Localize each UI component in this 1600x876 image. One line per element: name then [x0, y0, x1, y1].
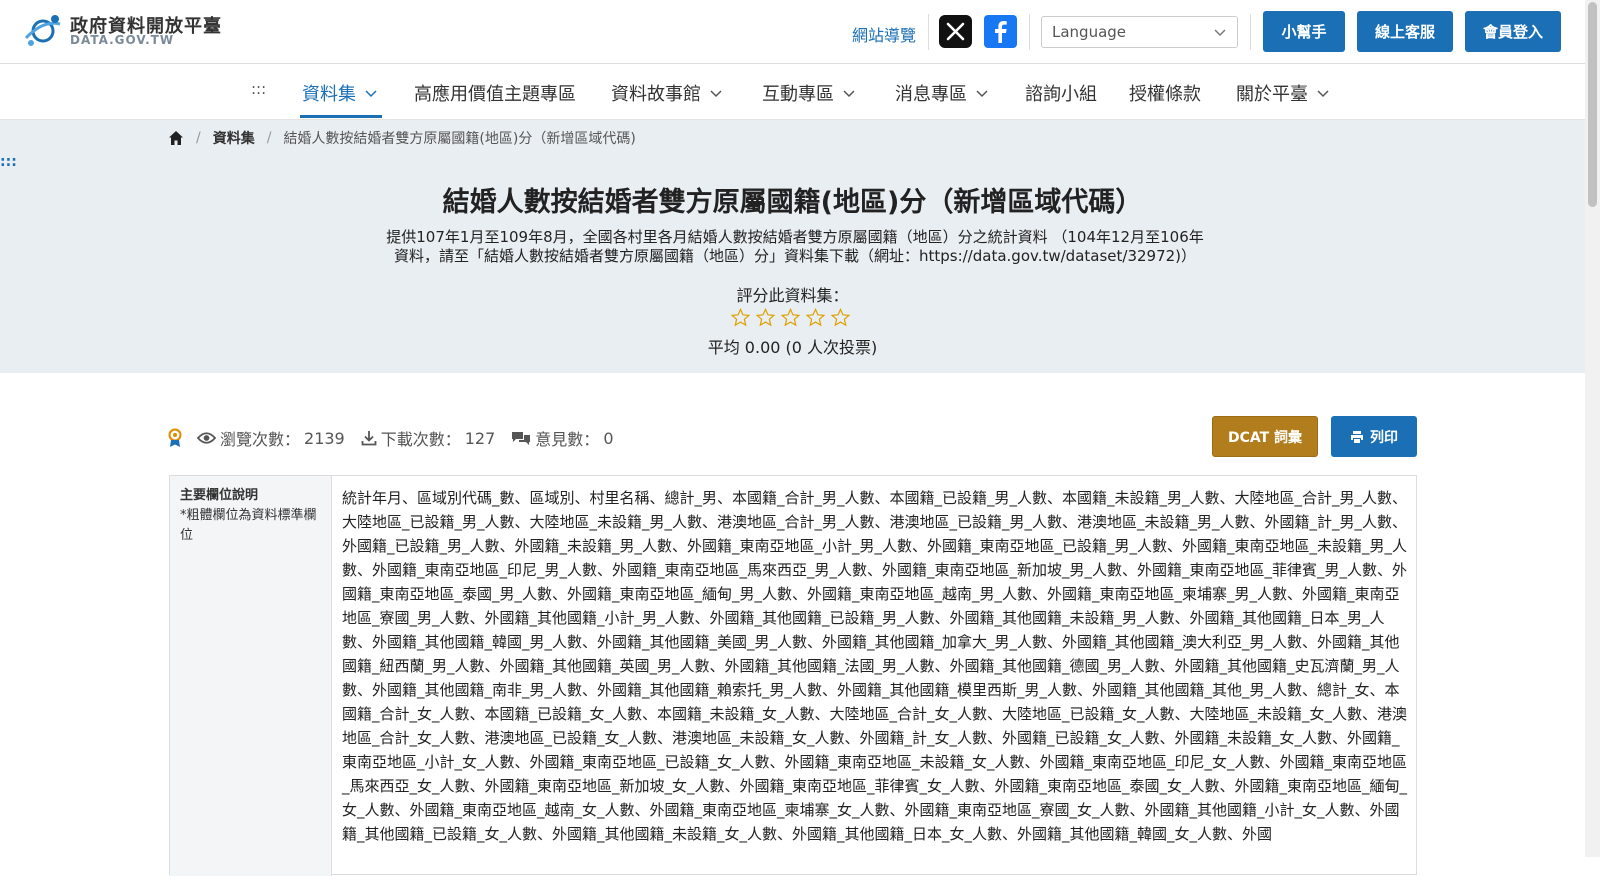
print-label: 列印: [1370, 429, 1398, 446]
nav-item-about[interactable]: 關於平臺: [1236, 80, 1330, 106]
nav-item-label: 資料集: [302, 84, 356, 105]
active-tab-indicator: [300, 115, 382, 118]
site-navigation-link[interactable]: 網站導覽: [852, 22, 916, 46]
nav-item-label: 關於平臺: [1236, 84, 1308, 105]
chevron-down-icon: [843, 90, 855, 98]
nav-item-label: 資料故事館: [611, 84, 701, 105]
dataset-hero: / 資料集 / 結婚人數按結婚者雙方原屬國籍(地區)分（新增區域代碼) ::: …: [0, 120, 1585, 373]
comments-count: 0: [603, 428, 614, 448]
site-logo[interactable]: 政府資料開放平臺 DATA.GOV.TW: [22, 10, 221, 52]
downloads-label: 下載次數：: [380, 430, 461, 449]
views-label: 瀏覽次數：: [220, 430, 301, 449]
breadcrumb: / 資料集 / 結婚人數按結婚者雙方原屬國籍(地區)分（新增區域代碼): [168, 128, 636, 148]
online-service-button[interactable]: 線上客服: [1357, 11, 1453, 52]
language-placeholder: Language: [1052, 23, 1127, 41]
chevron-down-icon: [1317, 90, 1329, 98]
dataset-stats: 瀏覽次數： 2139 下載次數： 127 意見數： 0: [167, 426, 630, 450]
main-fields-table: 主要欄位說明 *粗體欄位為資料標準欄位 統計年月、區域別代碼_數、區域別、村里名…: [169, 475, 1417, 876]
rating-stars[interactable]: [731, 308, 851, 330]
comments-stat: 意見數： 0: [511, 426, 614, 450]
nav-item-label: 消息專區: [895, 84, 967, 105]
logo-subtitle: DATA.GOV.TW: [70, 33, 175, 47]
comments-icon: [512, 432, 531, 445]
nav-item-label: 高應用價值主題專區: [414, 84, 576, 105]
fields-header-note: *粗體欄位為資料標準欄位: [180, 508, 317, 543]
nav-item-stories[interactable]: 資料故事館: [611, 80, 723, 106]
chevron-down-icon: [710, 90, 722, 98]
page-title: 結婚人數按結婚者雙方原屬國籍(地區)分（新增區域代碼）: [442, 187, 1143, 218]
nav-item-label: 授權條款: [1129, 84, 1201, 105]
print-button[interactable]: 列印: [1331, 416, 1417, 457]
helper-button[interactable]: 小幫手: [1263, 11, 1345, 52]
home-icon[interactable]: [168, 130, 184, 146]
star-icon[interactable]: [781, 308, 800, 327]
chevron-down-icon: [976, 90, 988, 98]
downloads-stat: 下載次數： 127: [361, 426, 496, 450]
fields-header-title: 主要欄位說明: [180, 488, 259, 503]
page-scrollbar[interactable]: [1585, 0, 1600, 857]
rating-label: 評分此資料集：: [736, 286, 849, 305]
nav-item-news[interactable]: 消息專區: [895, 80, 989, 106]
download-icon: [361, 431, 377, 446]
breadcrumb-separator: /: [266, 130, 272, 146]
fields-content-cell: 統計年月、區域別代碼_數、區域別、村里名稱、總計_男、本國籍_合計_男_人數、本…: [342, 489, 1408, 843]
nav-item-datasets[interactable]: 資料集: [302, 80, 378, 106]
member-login-button[interactable]: 會員登入: [1465, 11, 1561, 52]
breadcrumb-separator: /: [196, 130, 201, 146]
nav-item-high-value[interactable]: 高應用價值主題專區: [414, 80, 576, 106]
breadcrumb-datasets-link[interactable]: 資料集: [213, 128, 255, 148]
divider: [928, 14, 929, 50]
main-navigation: ::: 資料集 高應用價值主題專區 資料故事館 互動專區 消息專區 諮詢小組 授…: [0, 64, 1585, 120]
description-line: 資料，請至「結婚人數按結婚者雙方原屬國籍（地區）分」資料集下載（網址：https…: [393, 247, 1197, 265]
divider: [1250, 14, 1251, 50]
accesskey-dots[interactable]: :::: [251, 80, 266, 98]
star-icon[interactable]: [756, 308, 775, 327]
award-icon: [168, 428, 182, 447]
nav-item-interactive[interactable]: 互動專區: [762, 80, 856, 106]
nav-item-label: 互動專區: [762, 84, 834, 105]
language-select[interactable]: Language: [1041, 16, 1238, 48]
eye-icon: [197, 432, 216, 444]
x-twitter-icon[interactable]: [939, 15, 972, 48]
divider: [1029, 14, 1030, 50]
views-count: 2139: [304, 428, 345, 448]
dataset-description: 提供107年1月至109年8月，全國各村里各月結婚人數按結婚者雙方原屬國籍（地區…: [365, 228, 1225, 266]
content-accesskey-dots[interactable]: :::: [0, 154, 17, 170]
breadcrumb-current: 結婚人數按結婚者雙方原屬國籍(地區)分（新增區域代碼): [283, 131, 636, 147]
star-icon[interactable]: [806, 308, 825, 327]
nav-item-license[interactable]: 授權條款: [1129, 80, 1201, 106]
rating-average: 平均 0.00 (0 人次投票): [707, 338, 878, 357]
fields-header-cell: 主要欄位說明 *粗體欄位為資料標準欄位: [170, 476, 332, 876]
scrollbar-thumb[interactable]: [1588, 2, 1597, 207]
description-line: 提供107年1月至109年8月，全國各村里各月結婚人數按結婚者雙方原屬國籍（地區…: [386, 228, 1204, 246]
top-header: 政府資料開放平臺 DATA.GOV.TW 網站導覽 Language 小幫手 線…: [0, 0, 1585, 64]
printer-icon: [1351, 430, 1363, 443]
nav-item-advisory[interactable]: 諮詢小組: [1025, 80, 1097, 106]
star-icon[interactable]: [831, 308, 850, 327]
views-stat: 瀏覽次數： 2139: [197, 426, 345, 450]
downloads-count: 127: [464, 428, 496, 448]
star-icon[interactable]: [731, 308, 750, 327]
dcat-vocabulary-button[interactable]: DCAT 詞彙: [1212, 416, 1318, 457]
comments-label: 意見數：: [535, 430, 600, 449]
logo-icon: [24, 15, 61, 46]
facebook-icon[interactable]: [984, 15, 1017, 48]
chevron-down-icon: [365, 90, 377, 98]
nav-item-label: 諮詢小組: [1025, 84, 1097, 105]
chevron-down-icon: [1214, 29, 1226, 37]
